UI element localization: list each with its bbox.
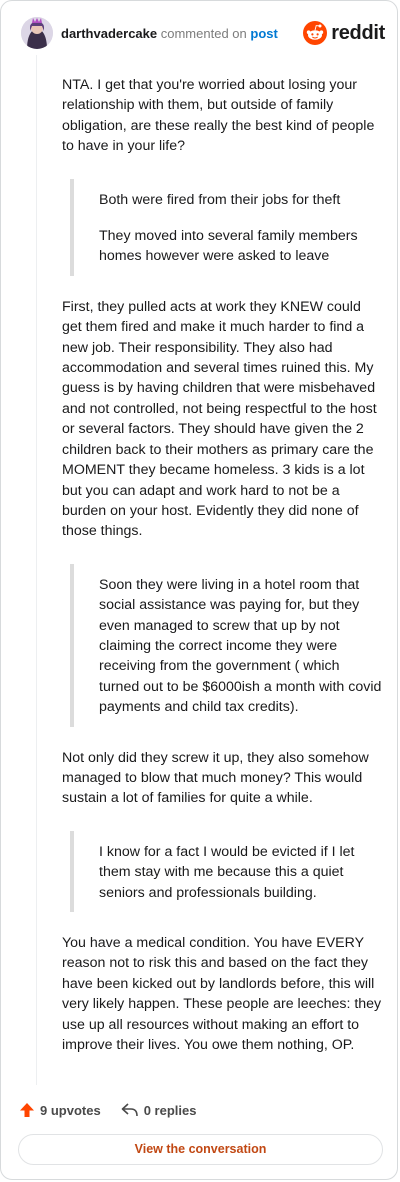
username-link[interactable]: darthvadercake bbox=[61, 26, 157, 41]
comment-card: darthvadercake commented on post reddit … bbox=[0, 0, 398, 1180]
view-conversation-button[interactable]: View the conversation bbox=[18, 1134, 383, 1165]
quote-line: I know for a fact I would be evicted if … bbox=[99, 843, 355, 901]
comment-paragraph: Not only did they screw it up, they also… bbox=[62, 749, 369, 807]
blockquote: I know for a fact I would be evicted if … bbox=[70, 830, 382, 912]
reply-arrow-icon bbox=[121, 1103, 138, 1117]
comment-paragraph: You have a medical condition. You have E… bbox=[62, 935, 382, 1054]
comment-paragraph: NTA. I get that you're worried about los… bbox=[62, 77, 375, 155]
thread-line bbox=[36, 55, 37, 1085]
upvote-button[interactable]: 9 upvotes bbox=[19, 1102, 101, 1118]
replies-button[interactable]: 0 replies bbox=[121, 1102, 197, 1118]
commented-on-label: commented on bbox=[160, 26, 247, 41]
reddit-wordmark: reddit bbox=[331, 21, 385, 44]
avatar-icon bbox=[21, 17, 53, 49]
comment-meta: darthvadercake commented on post bbox=[61, 26, 278, 41]
blockquote: Both were fired from their jobs for thef… bbox=[70, 178, 382, 276]
upvote-count: 9 upvotes bbox=[40, 1102, 101, 1118]
comment-header: darthvadercake commented on post reddit bbox=[17, 13, 385, 53]
comment-footer: 9 upvotes 0 replies bbox=[19, 1099, 196, 1121]
upvote-arrow-icon bbox=[20, 1103, 34, 1117]
post-link[interactable]: post bbox=[250, 26, 277, 41]
reply-count: 0 replies bbox=[143, 1102, 197, 1118]
reddit-logo[interactable]: reddit bbox=[303, 21, 385, 45]
comment-body: NTA. I get that you're worried about los… bbox=[62, 75, 382, 1077]
comment-paragraph: First, they pulled acts at work they KNE… bbox=[62, 298, 377, 540]
user-avatar[interactable] bbox=[21, 17, 53, 49]
quote-line: They moved into several family members h… bbox=[99, 228, 358, 265]
reddit-alien-icon bbox=[303, 21, 328, 45]
blockquote: Soon they were living in a hotel room th… bbox=[70, 563, 382, 727]
quote-line: Both were fired from their jobs for thef… bbox=[99, 191, 341, 208]
quote-line: Soon they were living in a hotel room th… bbox=[99, 576, 382, 716]
